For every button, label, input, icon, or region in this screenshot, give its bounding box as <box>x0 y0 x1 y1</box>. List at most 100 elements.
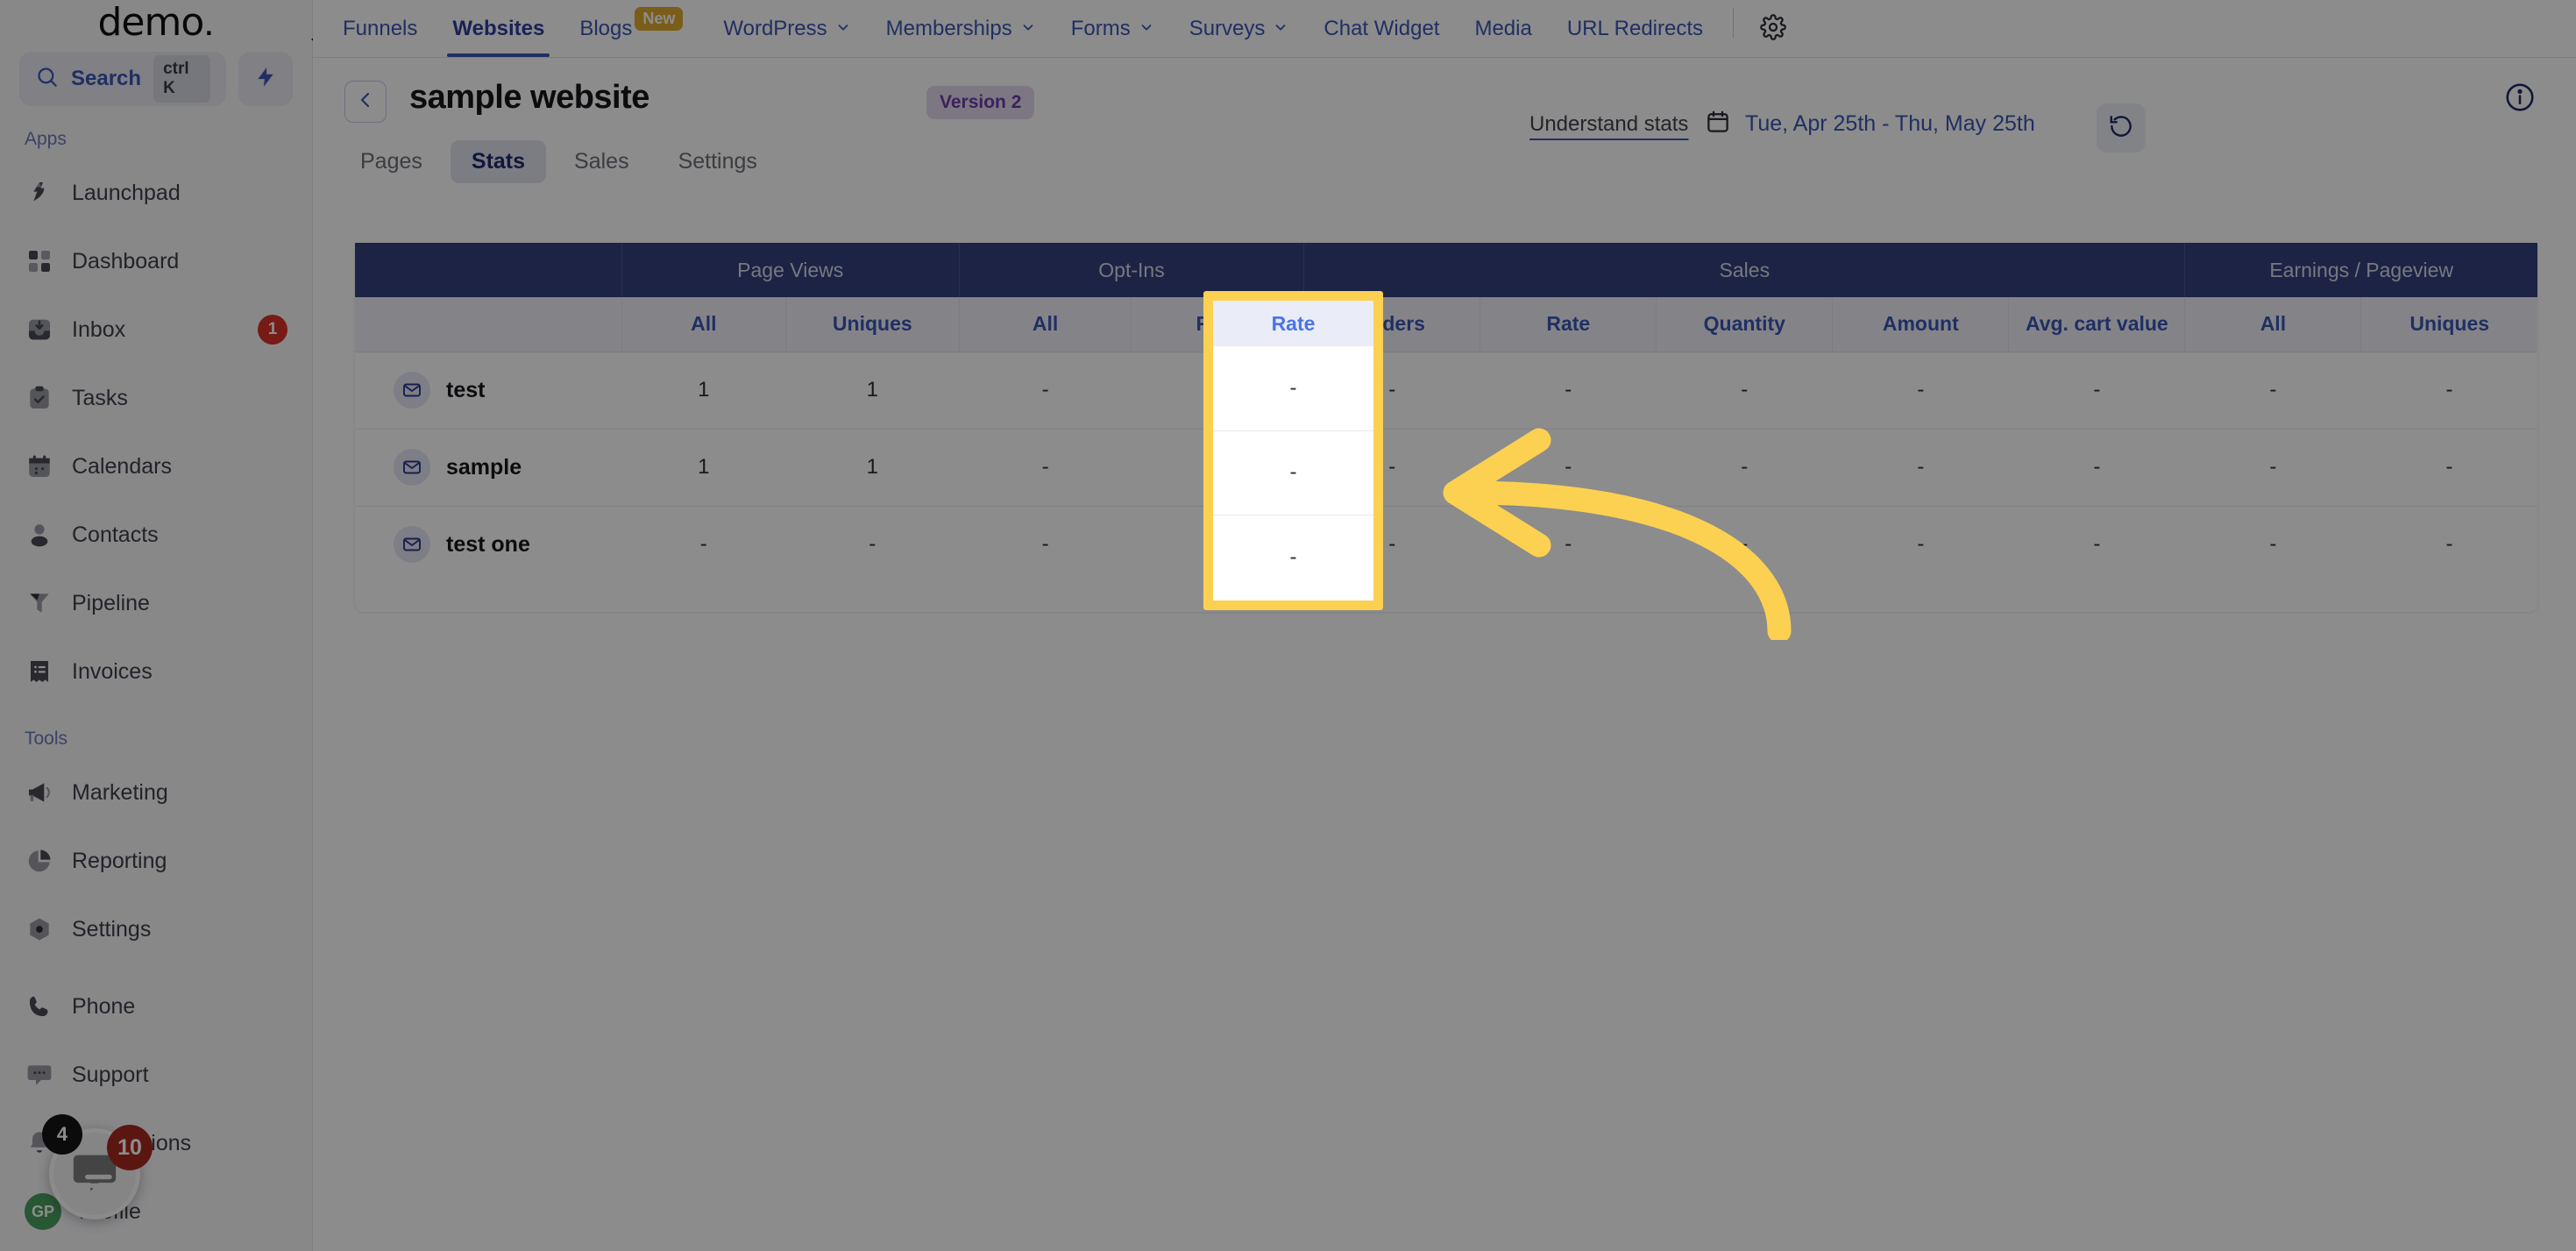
sidebar-item-contacts[interactable]: Contacts <box>0 501 312 569</box>
table-column-header-all[interactable]: All <box>621 297 786 352</box>
understand-stats-link[interactable]: Understand stats <box>1529 112 1688 137</box>
sidebar-item-label: Support <box>72 1062 149 1087</box>
calendar-icon <box>1705 109 1731 139</box>
sidebar-item-inbox[interactable]: Inbox 1 <box>0 295 312 364</box>
sidebar-item-marketing[interactable]: Marketing <box>0 758 312 827</box>
sidebar-item-support[interactable]: Support <box>0 1041 312 1109</box>
tab-label: Stats <box>471 149 526 174</box>
tab-label: Pages <box>360 149 422 174</box>
support-icon <box>25 1060 54 1090</box>
brand-logo[interactable]: demo . <box>0 0 334 47</box>
sidebar-item-launchpad[interactable]: Launchpad <box>0 159 312 227</box>
top-nav-label: Funnels <box>343 17 418 40</box>
table-cell: 1 <box>785 352 960 430</box>
table-cell: - <box>1480 506 1657 583</box>
top-nav-label: Media <box>1474 17 1532 40</box>
top-nav-chat-widget[interactable]: Chat Widget <box>1306 1 1457 57</box>
settings-gear-button[interactable] <box>1746 1 1800 57</box>
table-cell: - <box>2184 429 2361 507</box>
table-group-header <box>355 243 622 297</box>
sidebar-item-label: Invoices <box>72 658 153 684</box>
date-range-text: Tue, Apr 25th - Thu, May 25th <box>1745 111 2035 136</box>
version-badge: Version 2 <box>926 86 1035 119</box>
sidebar-item-phone[interactable]: Phone <box>0 972 312 1041</box>
top-nav-memberships[interactable]: Memberships <box>869 1 1054 57</box>
sidebar-item-profile[interactable]: GP Profile <box>0 1177 312 1246</box>
table-cell: - <box>2184 506 2361 583</box>
date-range-picker[interactable]: Tue, Apr 25th - Thu, May 25th <box>1705 109 2035 139</box>
stats-table-element: Page Views Opt-Ins Sales Earnings / Pagevie… <box>355 243 2537 583</box>
chevron-left-icon <box>355 89 376 115</box>
mail-icon <box>394 449 430 486</box>
search-shortcut: ctrl K <box>153 55 210 103</box>
table-row[interactable]: test 11--------- <box>355 352 2537 430</box>
table-cell: - <box>1480 352 1657 430</box>
sidebar-item-calendars[interactable]: Calendars <box>0 432 312 501</box>
nav-badge: 1 <box>258 315 287 345</box>
sidebar-item-reporting[interactable]: Reporting <box>0 827 312 895</box>
page-title: sample website <box>409 79 649 116</box>
table-row[interactable]: test one ----------- <box>355 506 2537 583</box>
table-cell: - <box>2008 429 2185 507</box>
top-nav-funnels[interactable]: Funnels <box>325 1 435 57</box>
info-icon <box>2504 83 2536 117</box>
table-column-header-amount[interactable]: Amount <box>1832 297 2010 352</box>
chevron-down-icon <box>1020 17 1036 41</box>
top-nav-websites[interactable]: Websites <box>435 1 562 57</box>
info-button[interactable] <box>2504 82 2536 113</box>
mail-icon <box>394 526 430 564</box>
table-column-header-quantity[interactable]: Quantity <box>1656 297 1834 352</box>
tab-sales[interactable]: Sales <box>553 140 650 183</box>
top-nav-label: WordPress <box>723 17 827 40</box>
top-nav-url-redirects[interactable]: URL Redirects <box>1550 1 1721 57</box>
sidebar-item-tasks[interactable]: Tasks <box>0 364 312 432</box>
table-row-name-cell: test <box>355 352 622 430</box>
table-cell: - <box>2008 506 2185 583</box>
table-group-header: Earnings / Pageview <box>2184 243 2537 297</box>
sidebar-apps-list: Launchpad Dashboard Inbox 1 Tasks Calend… <box>0 159 312 706</box>
top-navigation: Funnels Websites Blogs New WordPress Memb… <box>313 0 2576 58</box>
sidebar-bottom-list: Phone Support Notifications GP Profile <box>0 972 312 1246</box>
table-row-name: test one <box>446 531 530 557</box>
table-group-header: Opt-Ins <box>959 243 1305 297</box>
search-label: Search <box>71 67 142 90</box>
tab-pages[interactable]: Pages <box>339 140 444 183</box>
top-nav-items: Funnels Websites Blogs New WordPress Memb… <box>325 1 1721 57</box>
table-row[interactable]: sample 11--------- <box>355 429 2537 507</box>
table-column-header-avg-cart-value[interactable]: Avg. cart value <box>2008 297 2186 352</box>
sidebar-item-label: Contacts <box>72 522 159 547</box>
table-column-header-all[interactable]: All <box>2184 297 2362 352</box>
table-column-header-all[interactable]: All <box>959 297 1132 352</box>
table-column-header-uniques[interactable]: Uniques <box>785 297 960 352</box>
sidebar-item-label: Settings <box>72 916 152 942</box>
top-nav-surveys[interactable]: Surveys <box>1172 1 1307 57</box>
reset-filters-button[interactable] <box>2097 103 2146 153</box>
refresh-icon <box>2108 113 2134 144</box>
table-column-header[interactable] <box>355 297 622 352</box>
tab-settings[interactable]: Settings <box>657 140 778 183</box>
table-column-header-uniques[interactable]: Uniques <box>2360 297 2537 352</box>
highlight-column-header: Rate <box>1213 301 1373 346</box>
top-nav-forms[interactable]: Forms <box>1054 1 1172 57</box>
top-nav-media[interactable]: Media <box>1457 1 1549 57</box>
sidebar-item-pipeline[interactable]: Pipeline <box>0 569 312 637</box>
top-nav-wordpress[interactable]: WordPress <box>706 1 868 57</box>
sidebar-item-dashboard[interactable]: Dashboard <box>0 227 312 295</box>
dashboard-icon <box>25 246 54 276</box>
sidebar-item-invoices[interactable]: Invoices <box>0 637 312 706</box>
tab-label: Settings <box>678 149 757 174</box>
table-cell: - <box>1656 352 1833 430</box>
table-row-name-cell: test one <box>355 506 622 583</box>
invoices-icon <box>25 657 54 686</box>
sidebar-item-label: Dashboard <box>72 248 180 274</box>
search-input[interactable]: Search ctrl K <box>19 52 226 106</box>
top-nav-label: Forms <box>1070 17 1131 40</box>
sidebar-item-settings[interactable]: Settings <box>0 895 312 963</box>
table-group-header: Sales <box>1303 243 2186 297</box>
table-column-header-rate[interactable]: Rate <box>1480 297 1657 352</box>
table-body: test 11--------- sample 11--------- test… <box>355 352 2537 583</box>
quick-actions-button[interactable] <box>238 52 293 106</box>
tab-stats[interactable]: Stats <box>450 140 547 183</box>
back-button[interactable] <box>344 81 387 123</box>
top-nav-blogs[interactable]: Blogs New <box>562 1 706 57</box>
